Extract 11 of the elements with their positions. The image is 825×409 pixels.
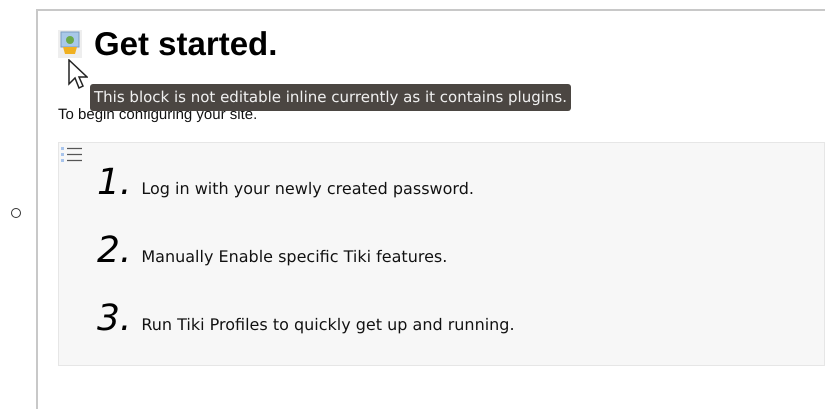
step-text: Run Tiki Profiles to quickly get up and running. <box>141 314 515 336</box>
page-heading: Get started. <box>94 27 278 60</box>
tooltip: This block is not editable inline currently as it contains plugins. <box>90 84 572 111</box>
image-icon <box>58 30 82 58</box>
step-number: 2. <box>97 233 132 269</box>
step-text: Manually Enable specific Tiki features. <box>141 246 448 268</box>
list-icon <box>61 146 83 163</box>
step-number: 1. <box>97 165 132 201</box>
step-text: Log in with your newly created password. <box>141 178 474 200</box>
bullet-icon <box>11 208 21 218</box>
step-number: 3. <box>97 301 132 337</box>
